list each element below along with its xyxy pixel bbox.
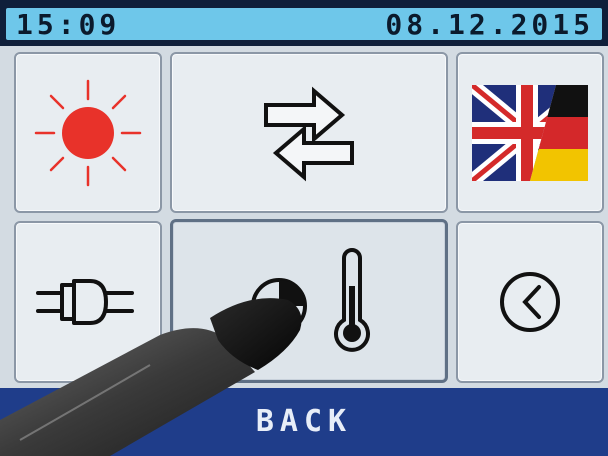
- uk-germany-flag-icon: [472, 84, 588, 181]
- back-label: BACK: [255, 404, 353, 439]
- back-button[interactable]: BACK: [0, 388, 608, 456]
- temperature-button[interactable]: [170, 219, 448, 383]
- power-plug-icon: [36, 279, 134, 325]
- clock-icon: [500, 272, 560, 332]
- language-button[interactable]: [456, 52, 604, 213]
- current-date: 08.12.2015: [385, 8, 594, 41]
- clock-button[interactable]: [456, 221, 604, 383]
- swap-button[interactable]: [170, 52, 448, 213]
- sun-icon: [34, 79, 142, 186]
- pie-thermometer-icon: [251, 248, 370, 352]
- brightness-button[interactable]: [14, 52, 162, 213]
- clock-time: 15:09: [16, 8, 121, 41]
- power-supply-button[interactable]: [14, 221, 162, 383]
- status-bar: 15:09 08.12.2015: [0, 0, 608, 46]
- touch-screen: 15:09 08.12.2015 BACK: [0, 0, 608, 456]
- swap-arrows-icon: [264, 86, 354, 181]
- status-bar-panel: 15:09 08.12.2015: [6, 8, 602, 40]
